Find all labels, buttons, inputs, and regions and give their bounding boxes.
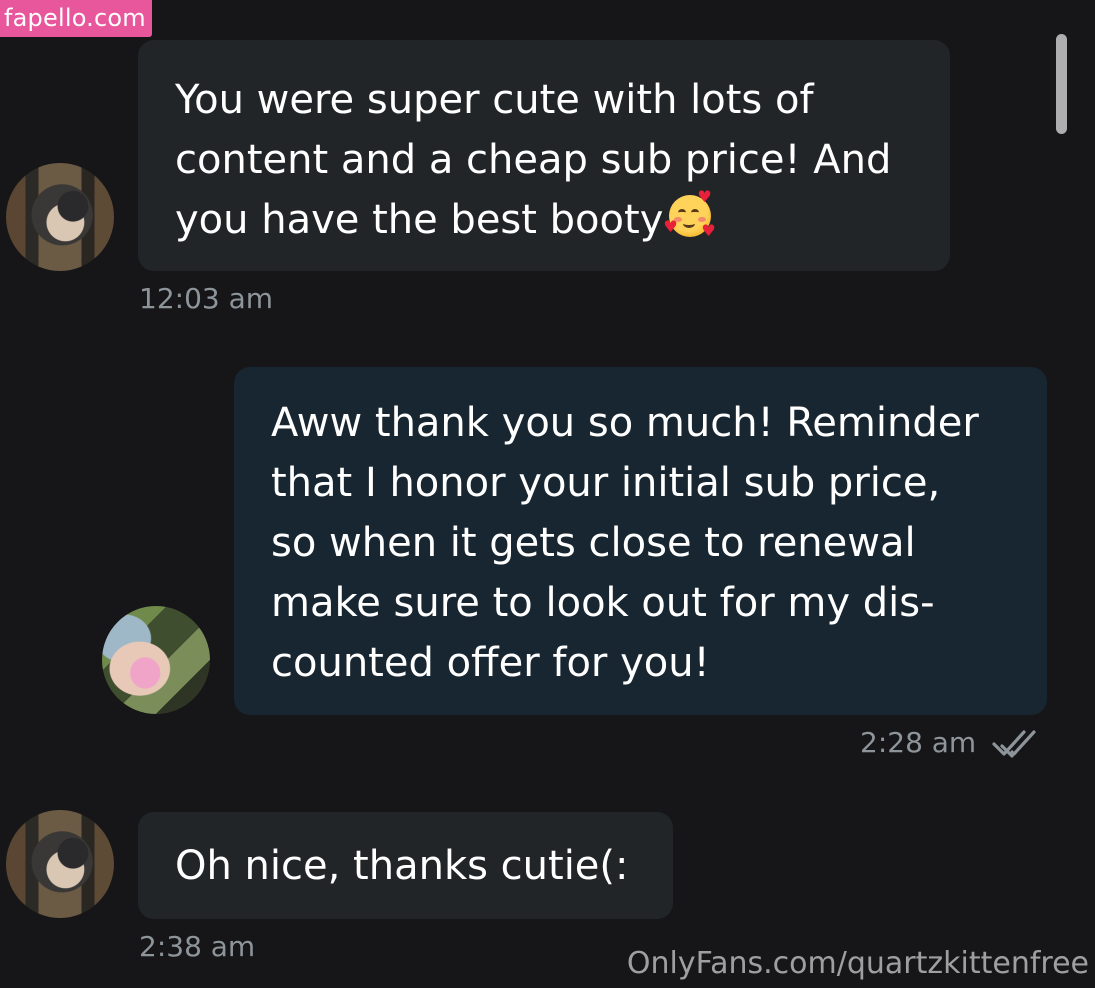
fan-avatar[interactable]: [6, 163, 114, 271]
message-bubble-outgoing[interactable]: Aww thank you so much! Reminder that I h…: [234, 367, 1047, 715]
double-check-icon: [992, 730, 1036, 758]
message-timestamp: 12:03 am: [139, 282, 274, 315]
message-text: Aww thank you so much! Reminder that I h…: [271, 400, 979, 686]
message-timestamp: 2:28 am: [860, 726, 977, 759]
message-bubble-incoming[interactable]: You were super cute with lots of content…: [138, 40, 950, 271]
creator-avatar[interactable]: [102, 606, 210, 714]
watermark-badge: fapello.com: [0, 0, 152, 37]
fan-avatar[interactable]: [6, 810, 114, 918]
message-bubble-incoming[interactable]: Oh nice, thanks cutie(:: [138, 812, 673, 919]
message-text: You were super cute with lots of content…: [175, 77, 892, 243]
chat-screen: fapello.com You were super cute with lot…: [0, 0, 1095, 988]
watermark-url: OnlyFans.com/quartzkittenfree: [626, 946, 1089, 981]
scrollbar-thumb[interactable]: [1056, 34, 1067, 134]
message-text: Oh nice, thanks cutie(:: [175, 843, 629, 889]
smiling-face-with-hearts-icon: ♥ ♥ ♥: [663, 187, 716, 240]
message-timestamp: 2:38 am: [139, 930, 256, 963]
